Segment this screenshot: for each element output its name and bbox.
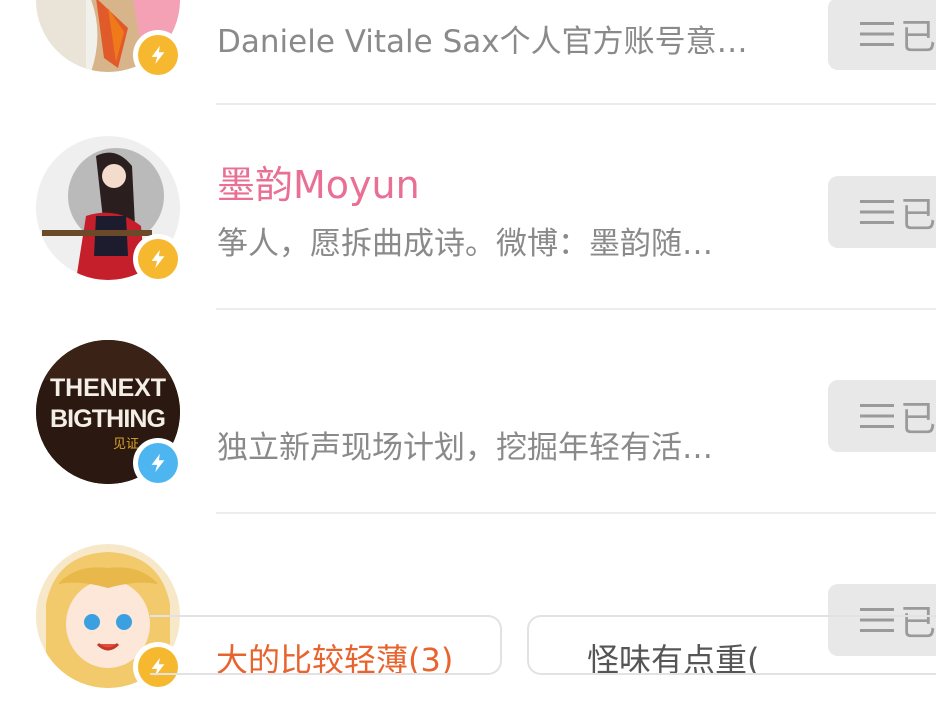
svg-text:BIGTHING: BIGTHING	[50, 405, 166, 433]
user-row[interactable]: 墨韵Moyun 筝人，愿拆曲成诗。微博：墨韵随… 已	[0, 104, 936, 310]
user-description: 独立新声现场计划，挖掘年轻有活…	[217, 430, 713, 466]
user-row[interactable]: 已	[0, 512, 936, 716]
lightning-icon	[151, 453, 165, 473]
svg-text:见证: 见证	[113, 437, 139, 452]
followed-button[interactable]: 已	[828, 380, 936, 452]
verified-badge	[133, 30, 183, 80]
verified-badge	[133, 438, 183, 488]
user-row[interactable]: THENEXT BIGTHING 见证 独立新声现场计划，挖掘年轻有活… 已	[0, 308, 936, 514]
followed-label: 已	[900, 17, 936, 58]
chip-label: 大的比较轻薄(3)	[216, 641, 454, 675]
user-row[interactable]: Daniele Vitale Sax个人官方账号意… 已	[0, 0, 936, 105]
menu-icon	[860, 404, 894, 428]
followed-button[interactable]: 已	[828, 0, 936, 70]
followed-label: 已	[900, 195, 936, 236]
menu-icon	[860, 22, 894, 46]
user-description: Daniele Vitale Sax个人官方账号意…	[217, 24, 748, 60]
lightning-icon	[151, 249, 165, 269]
chip-label: 怪味有点重(	[587, 641, 760, 675]
svg-text:THENEXT: THENEXT	[50, 374, 166, 402]
review-tag-chip[interactable]: 大的比较轻薄(3)	[150, 615, 502, 675]
user-name[interactable]: 墨韵Moyun	[217, 154, 420, 209]
followed-label: 已	[900, 399, 936, 440]
verified-badge	[133, 234, 183, 284]
menu-icon	[860, 200, 894, 224]
followed-button[interactable]: 已	[828, 176, 936, 248]
review-tag-chip[interactable]: 怪味有点重(	[527, 615, 936, 675]
user-description: 筝人，愿拆曲成诗。微博：墨韵随…	[217, 226, 713, 262]
lightning-icon	[151, 45, 165, 65]
